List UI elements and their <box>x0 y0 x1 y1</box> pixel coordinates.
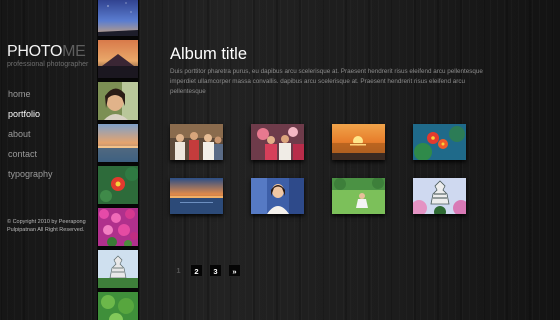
photo-strip <box>97 0 139 320</box>
page-3-button[interactable]: 3 <box>209 264 222 277</box>
nav-item-typography[interactable]: typography <box>8 168 53 188</box>
nav-item-about[interactable]: about <box>8 128 53 148</box>
strip-thumb-twilight[interactable] <box>98 0 138 36</box>
photo-woman-portrait[interactable] <box>251 178 304 214</box>
nav-item-contact[interactable]: contact <box>8 148 53 168</box>
next-page-button[interactable]: » <box>228 264 241 277</box>
strip-thumb-leaves[interactable] <box>98 292 138 320</box>
nav-item-portfolio[interactable]: portfolio <box>8 108 53 128</box>
strip-thumb-castle[interactable] <box>98 250 138 288</box>
page-2-button[interactable]: 2 <box>190 264 203 277</box>
page-current: 1 <box>176 266 181 275</box>
photo-sunset-water[interactable] <box>332 124 385 160</box>
strip-thumb-pink-flowers[interactable] <box>98 208 138 246</box>
album-description: Duis porttitor pharetra purus, eu dapibu… <box>170 68 483 95</box>
photo-red-flowers[interactable] <box>413 124 466 160</box>
logo-part-me: ME <box>62 43 86 60</box>
sidebar: PHOTOME professional photographer home p… <box>0 0 97 320</box>
strip-thumb-red-flower[interactable] <box>98 166 138 204</box>
photo-sunset-sea[interactable] <box>170 178 223 214</box>
photo-girl-grass[interactable] <box>332 178 385 214</box>
logo[interactable]: PHOTOME <box>7 44 86 60</box>
logo-part-photo: PHOTO <box>7 43 63 60</box>
nav-item-home[interactable]: home <box>8 88 53 108</box>
strip-thumb-woman[interactable] <box>98 82 138 120</box>
photo-people-party[interactable] <box>251 124 304 160</box>
main-nav: home portfolio about contact typography <box>8 88 53 188</box>
album-title: Album title <box>170 45 248 63</box>
main-content: Album title Duis porttitor pharetra puru… <box>170 0 550 320</box>
logo-tagline: professional photographer <box>7 61 89 68</box>
strip-thumb-mountain[interactable] <box>98 40 138 78</box>
photo-castle-pink-trees[interactable] <box>413 178 466 214</box>
copyright-text: © Copyright 2010 by Peerapong Pulpipatna… <box>7 219 86 233</box>
photo-group-people[interactable] <box>170 124 223 160</box>
strip-thumb-sea-sunset[interactable] <box>98 124 138 162</box>
